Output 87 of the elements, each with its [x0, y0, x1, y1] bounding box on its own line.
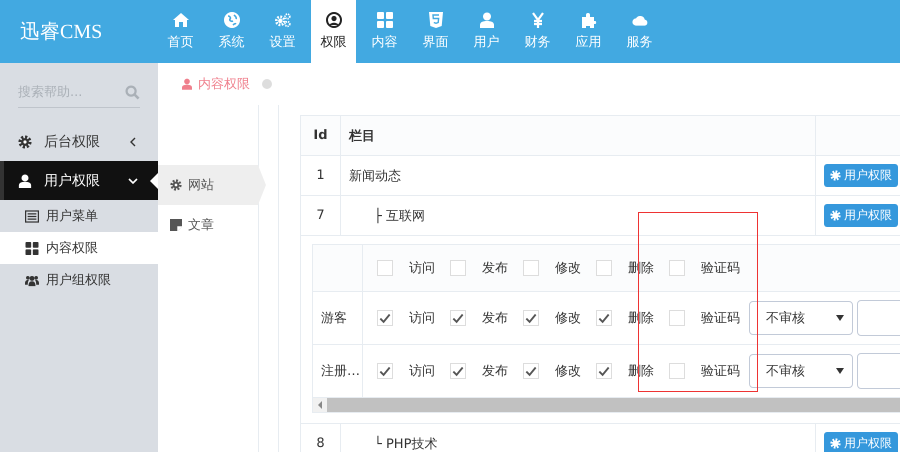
- checkbox[interactable]: [523, 310, 539, 326]
- user-icon: [182, 78, 192, 90]
- nav-tab[interactable]: 首页: [155, 0, 206, 63]
- checkbox[interactable]: [450, 310, 466, 326]
- column-header: 栏目: [340, 116, 816, 156]
- checkbox[interactable]: [523, 363, 539, 379]
- puzzle-icon: [580, 12, 596, 28]
- globe-icon: [224, 12, 240, 28]
- checkbox-label: 验证码: [701, 310, 740, 327]
- yen-icon: [530, 12, 546, 28]
- checkbox-label: 发布: [482, 260, 508, 277]
- checkbox-label: 验证码: [701, 260, 740, 277]
- review-dropdown[interactable]: 不审核: [749, 354, 853, 388]
- checkbox[interactable]: [377, 310, 393, 326]
- table-cell: 7: [300, 196, 340, 236]
- sidebar-item[interactable]: 用户组权限: [0, 264, 158, 296]
- chevron-left-icon: [128, 136, 138, 146]
- checkbox[interactable]: [596, 310, 612, 326]
- checkbox-label: 验证码: [701, 363, 740, 380]
- search-icon: [125, 84, 140, 100]
- table-cell: 新闻动态: [349, 168, 401, 184]
- brand-logo[interactable]: 迅睿CMS: [0, 0, 155, 63]
- nav-tab[interactable]: 应用: [563, 0, 614, 63]
- review-dropdown[interactable]: 不审核: [749, 301, 853, 335]
- checkbox[interactable]: [377, 363, 393, 379]
- user-permission-button[interactable]: 用户权限: [824, 204, 898, 227]
- gear-icon: [830, 170, 841, 181]
- checkbox[interactable]: [669, 310, 685, 326]
- checkbox-label: 修改: [555, 310, 581, 327]
- nav-tab[interactable]: 财务: [512, 0, 563, 63]
- checkbox[interactable]: [450, 260, 466, 276]
- status-dot-icon: [262, 79, 272, 89]
- table-cell: 8: [300, 424, 340, 452]
- group-name: 注册…: [321, 363, 360, 380]
- user-icon: [18, 174, 32, 188]
- nav-tab[interactable]: 权限: [311, 0, 356, 63]
- breadcrumb-item[interactable]: 内容权限: [182, 75, 250, 93]
- submenu-item[interactable]: 文章: [158, 205, 258, 245]
- grid-icon: [25, 242, 39, 254]
- note-icon: [170, 219, 182, 231]
- column-header: Id: [300, 116, 340, 156]
- checkbox[interactable]: [377, 260, 393, 276]
- gear-icon: [18, 134, 32, 148]
- user-permission-button[interactable]: 用户权限: [824, 432, 898, 452]
- sidebar-menu[interactable]: 后台权限: [0, 122, 158, 161]
- checkbox[interactable]: [669, 363, 685, 379]
- checkbox-label: 发布: [482, 363, 508, 380]
- user-circle-icon: [326, 12, 342, 28]
- nav-tab[interactable]: 设置: [257, 0, 308, 63]
- gears-icon: [274, 12, 290, 28]
- nav-tab[interactable]: 服务: [614, 0, 665, 63]
- table-cell: 1: [300, 156, 340, 196]
- checkbox[interactable]: [450, 363, 466, 379]
- checkbox[interactable]: [523, 260, 539, 276]
- checkbox-label: 访问: [409, 260, 435, 277]
- group-name: 游客: [321, 310, 347, 327]
- users-icon: [25, 274, 39, 286]
- shield-icon: [428, 12, 444, 28]
- checkbox[interactable]: [669, 260, 685, 276]
- nav-tab[interactable]: 用户: [461, 0, 512, 63]
- checkbox[interactable]: [596, 363, 612, 379]
- user-permission-button[interactable]: 用户权限: [824, 164, 898, 187]
- checkbox-label: 发布: [482, 310, 508, 327]
- gear-icon: [170, 179, 182, 191]
- checkbox-label: 访问: [409, 363, 435, 380]
- nav-tab[interactable]: 界面: [410, 0, 461, 63]
- home-icon: [172, 12, 188, 28]
- user-icon: [478, 12, 494, 28]
- checkbox[interactable]: [596, 260, 612, 276]
- caret-icon: [836, 315, 844, 321]
- sidebar-menu[interactable]: 用户权限: [0, 161, 158, 200]
- gear-icon: [830, 438, 841, 449]
- nav-tab[interactable]: 系统: [206, 0, 257, 63]
- table-cell-text: └ PHP技术: [373, 436, 438, 452]
- horizontal-scrollbar[interactable]: [313, 398, 900, 412]
- checkbox-label: 修改: [555, 260, 581, 277]
- grid-icon: [376, 12, 392, 28]
- nav-tab[interactable]: 内容: [359, 0, 410, 63]
- sidebar-item[interactable]: 用户菜单: [0, 200, 158, 232]
- checkbox-label: 修改: [555, 363, 581, 380]
- caret-icon: [836, 368, 844, 374]
- gear-icon: [830, 210, 841, 221]
- list-icon: [25, 210, 39, 222]
- checkbox-label: 访问: [409, 310, 435, 327]
- table-cell-text: ├ 互联网: [373, 208, 425, 224]
- sidebar-item[interactable]: 内容权限: [0, 232, 158, 264]
- chevron-down-icon: [128, 176, 138, 186]
